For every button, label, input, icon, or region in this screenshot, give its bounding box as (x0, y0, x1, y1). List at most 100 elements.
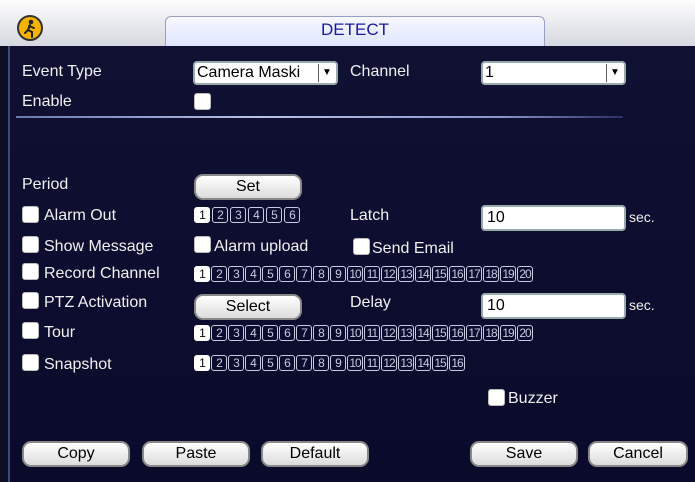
tour-number-10[interactable]: 10 (347, 325, 363, 341)
snapshot-number-11[interactable]: 11 (364, 355, 380, 371)
record-channel-number-11[interactable]: 11 (364, 266, 380, 282)
content-panel (8, 46, 695, 482)
tour-number-11[interactable]: 11 (364, 325, 380, 341)
snapshot-number-5[interactable]: 5 (262, 355, 278, 371)
alarm-out-checkbox[interactable] (22, 206, 39, 223)
record-channel-number-7[interactable]: 7 (296, 266, 312, 282)
paste-button[interactable]: Paste (142, 441, 250, 467)
snapshot-number-9[interactable]: 9 (330, 355, 346, 371)
latch-input[interactable]: 10 (481, 205, 626, 231)
snapshot-number-3[interactable]: 3 (228, 355, 244, 371)
delay-label: Delay (350, 294, 391, 311)
latch-unit: sec. (629, 209, 655, 225)
snapshot-number-1[interactable]: 1 (194, 355, 210, 371)
channel-select[interactable]: 1 ▼ (481, 61, 626, 85)
buzzer-checkbox[interactable] (488, 389, 505, 406)
tour-number-2[interactable]: 2 (211, 325, 227, 341)
record-channel-label: Record Channel (44, 265, 160, 282)
alarm-out-number-2[interactable]: 2 (212, 207, 228, 223)
tour-number-17[interactable]: 17 (466, 325, 482, 341)
event-type-select[interactable]: Camera Maski ▼ (193, 61, 338, 85)
snapshot-number-10[interactable]: 10 (347, 355, 363, 371)
tour-checkbox[interactable] (22, 322, 39, 339)
snapshot-number-2[interactable]: 2 (211, 355, 227, 371)
record-channel-checkbox[interactable] (22, 263, 39, 280)
snapshot-number-4[interactable]: 4 (245, 355, 261, 371)
record-channel-number-12[interactable]: 12 (381, 266, 397, 282)
record-channel-number-15[interactable]: 15 (432, 266, 448, 282)
alarm-out-number-1[interactable]: 1 (194, 207, 210, 223)
tour-number-16[interactable]: 16 (449, 325, 465, 341)
alarm-out-number-4[interactable]: 4 (248, 207, 264, 223)
enable-label: Enable (22, 93, 72, 110)
alarm-upload-label: Alarm upload (214, 238, 309, 255)
event-type-value: Camera Maski (197, 64, 301, 81)
copy-button[interactable]: Copy (22, 441, 130, 467)
tour-number-15[interactable]: 15 (432, 325, 448, 341)
save-button[interactable]: Save (470, 441, 578, 467)
tour-number-3[interactable]: 3 (228, 325, 244, 341)
snapshot-number-13[interactable]: 13 (398, 355, 414, 371)
logo-icon (17, 15, 43, 41)
record-channel-number-4[interactable]: 4 (245, 266, 261, 282)
send-email-label: Send Email (372, 240, 454, 257)
snapshot-number-15[interactable]: 15 (432, 355, 448, 371)
alarm-out-number-3[interactable]: 3 (230, 207, 246, 223)
record-channel-number-2[interactable]: 2 (211, 266, 227, 282)
show-message-label: Show Message (44, 238, 154, 255)
delay-input[interactable]: 10 (481, 293, 626, 319)
alarm-upload-checkbox[interactable] (194, 236, 211, 253)
snapshot-number-7[interactable]: 7 (296, 355, 312, 371)
tour-number-12[interactable]: 12 (381, 325, 397, 341)
record-channel-number-17[interactable]: 17 (466, 266, 482, 282)
tour-number-19[interactable]: 19 (500, 325, 516, 341)
tour-number-18[interactable]: 18 (483, 325, 499, 341)
tour-number-8[interactable]: 8 (313, 325, 329, 341)
detect-window: DETECT Event Type Camera Maski ▼ Channel… (0, 0, 695, 482)
snapshot-number-12[interactable]: 12 (381, 355, 397, 371)
snapshot-number-14[interactable]: 14 (415, 355, 431, 371)
record-channel-number-1[interactable]: 1 (194, 266, 210, 282)
tour-number-9[interactable]: 9 (330, 325, 346, 341)
alarm-out-number-6[interactable]: 6 (284, 207, 300, 223)
record-channel-number-14[interactable]: 14 (415, 266, 431, 282)
snapshot-number-8[interactable]: 8 (313, 355, 329, 371)
record-channel-number-19[interactable]: 19 (500, 266, 516, 282)
record-channel-number-10[interactable]: 10 (347, 266, 363, 282)
snapshot-number-16[interactable]: 16 (449, 355, 465, 371)
tour-number-1[interactable]: 1 (194, 325, 210, 341)
show-message-checkbox[interactable] (22, 236, 39, 253)
ptz-select-button[interactable]: Select (194, 294, 302, 320)
alarm-out-number-5[interactable]: 5 (266, 207, 282, 223)
record-channel-number-8[interactable]: 8 (313, 266, 329, 282)
tour-number-4[interactable]: 4 (245, 325, 261, 341)
send-email-checkbox[interactable] (353, 238, 370, 255)
tour-label: Tour (44, 324, 76, 341)
record-channel-number-3[interactable]: 3 (228, 266, 244, 282)
record-channel-number-9[interactable]: 9 (330, 266, 346, 282)
window-title: DETECT (321, 20, 389, 39)
snapshot-checkbox[interactable] (22, 354, 39, 371)
tour-number-5[interactable]: 5 (262, 325, 278, 341)
ptz-activation-checkbox[interactable] (22, 292, 39, 309)
cancel-button[interactable]: Cancel (588, 441, 688, 467)
record-channel-number-13[interactable]: 13 (398, 266, 414, 282)
tour-number-6[interactable]: 6 (279, 325, 295, 341)
enable-checkbox[interactable] (194, 93, 211, 110)
tour-number-20[interactable]: 20 (517, 325, 533, 341)
record-channel-number-18[interactable]: 18 (483, 266, 499, 282)
tour-number-7[interactable]: 7 (296, 325, 312, 341)
tour-number-13[interactable]: 13 (398, 325, 414, 341)
snapshot-number-6[interactable]: 6 (279, 355, 295, 371)
alarm-out-numbers: 123456 (194, 207, 300, 223)
alarm-out-label: Alarm Out (44, 207, 117, 224)
record-channel-number-16[interactable]: 16 (449, 266, 465, 282)
default-button[interactable]: Default (261, 441, 369, 467)
chevron-down-icon[interactable]: ▼ (318, 64, 335, 82)
period-set-button[interactable]: Set (194, 174, 302, 200)
record-channel-number-20[interactable]: 20 (517, 266, 533, 282)
tour-number-14[interactable]: 14 (415, 325, 431, 341)
chevron-down-icon[interactable]: ▼ (606, 64, 623, 82)
record-channel-number-6[interactable]: 6 (279, 266, 295, 282)
record-channel-number-5[interactable]: 5 (262, 266, 278, 282)
